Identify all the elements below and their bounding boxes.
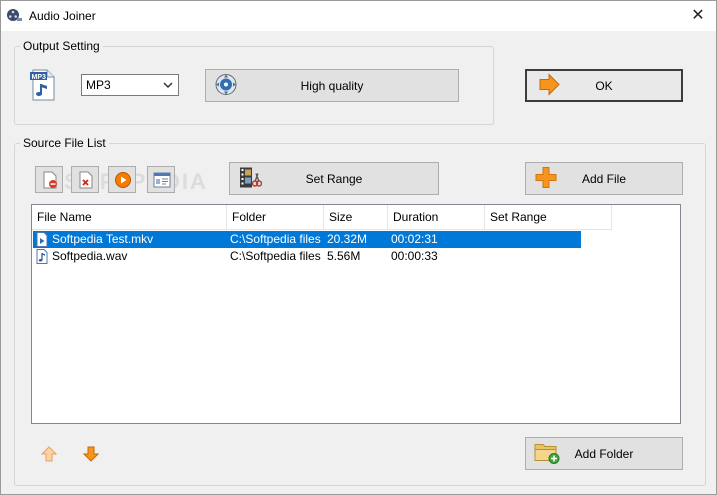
add-folder-icon: [534, 440, 560, 467]
add-file-button[interactable]: Add File: [525, 162, 683, 195]
properties-button[interactable]: [147, 166, 175, 193]
quality-button-label: High quality: [300, 78, 364, 93]
film-reel-icon: [6, 7, 22, 23]
window-title: Audio Joiner: [29, 9, 96, 23]
cell-size: 20.32M: [327, 232, 368, 246]
column-header-duration[interactable]: Duration: [388, 205, 485, 229]
format-select-value: MP3: [86, 78, 111, 92]
mp3-file-icon: MP3: [30, 69, 56, 104]
move-down-icon[interactable]: [82, 446, 100, 462]
cell-size: 5.56M: [327, 249, 361, 263]
set-range-button[interactable]: Set Range: [229, 162, 439, 195]
quality-disc-icon: [214, 72, 238, 99]
move-up-icon[interactable]: [40, 446, 58, 462]
cell-folder: C:\Softpedia files: [230, 249, 321, 263]
svg-text:MP3: MP3: [32, 74, 47, 81]
column-header-set-range[interactable]: Set Range: [485, 205, 612, 229]
add-file-button-label: Add File: [581, 171, 627, 186]
cell-set-range: [484, 231, 581, 248]
set-range-button-label: Set Range: [305, 171, 363, 186]
column-header-size[interactable]: Size: [324, 205, 388, 229]
source-file-table[interactable]: File Name Folder Size Duration Set Range…: [31, 204, 681, 424]
remove-file-button[interactable]: [35, 166, 63, 193]
column-header-folder[interactable]: Folder: [227, 205, 324, 229]
audio-joiner-window: Audio Joiner ✕ Output Setting MP3 MP3 Hi…: [0, 0, 717, 495]
add-plus-icon: [534, 165, 558, 192]
source-file-list-legend: Source File List: [23, 136, 106, 150]
cell-folder: C:\Softpedia files: [230, 232, 321, 246]
cell-file-name: Softpedia Test.mkv: [52, 232, 154, 246]
output-setting-legend: Output Setting: [23, 39, 100, 53]
ok-button[interactable]: OK: [525, 69, 683, 102]
column-header-file-name[interactable]: File Name: [32, 205, 227, 229]
ok-arrow-icon: [537, 72, 561, 98]
ok-button-label: OK: [595, 78, 613, 93]
delete-button[interactable]: [71, 166, 99, 193]
quality-button[interactable]: High quality: [205, 69, 459, 102]
play-button[interactable]: [108, 166, 136, 193]
chevron-down-icon: [161, 78, 175, 92]
add-folder-button-label: Add Folder: [574, 446, 634, 461]
table-header: File Name Folder Size Duration Set Range: [32, 205, 612, 230]
film-scissors-icon: [238, 165, 263, 192]
cell-set-range: [484, 248, 581, 265]
table-row[interactable]: Softpedia.wav C:\Softpedia files 5.56M 0…: [33, 248, 581, 265]
format-select[interactable]: MP3: [81, 74, 179, 96]
cell-duration: 00:00:33: [391, 249, 438, 263]
cell-file-name: Softpedia.wav: [52, 249, 128, 263]
table-row[interactable]: Softpedia Test.mkv C:\Softpedia files 20…: [33, 231, 581, 248]
title-bar[interactable]: Audio Joiner ✕: [1, 1, 716, 31]
close-icon[interactable]: ✕: [688, 6, 708, 26]
audio-file-icon: [36, 249, 48, 269]
cell-duration: 00:02:31: [391, 232, 438, 246]
add-folder-button[interactable]: Add Folder: [525, 437, 683, 470]
